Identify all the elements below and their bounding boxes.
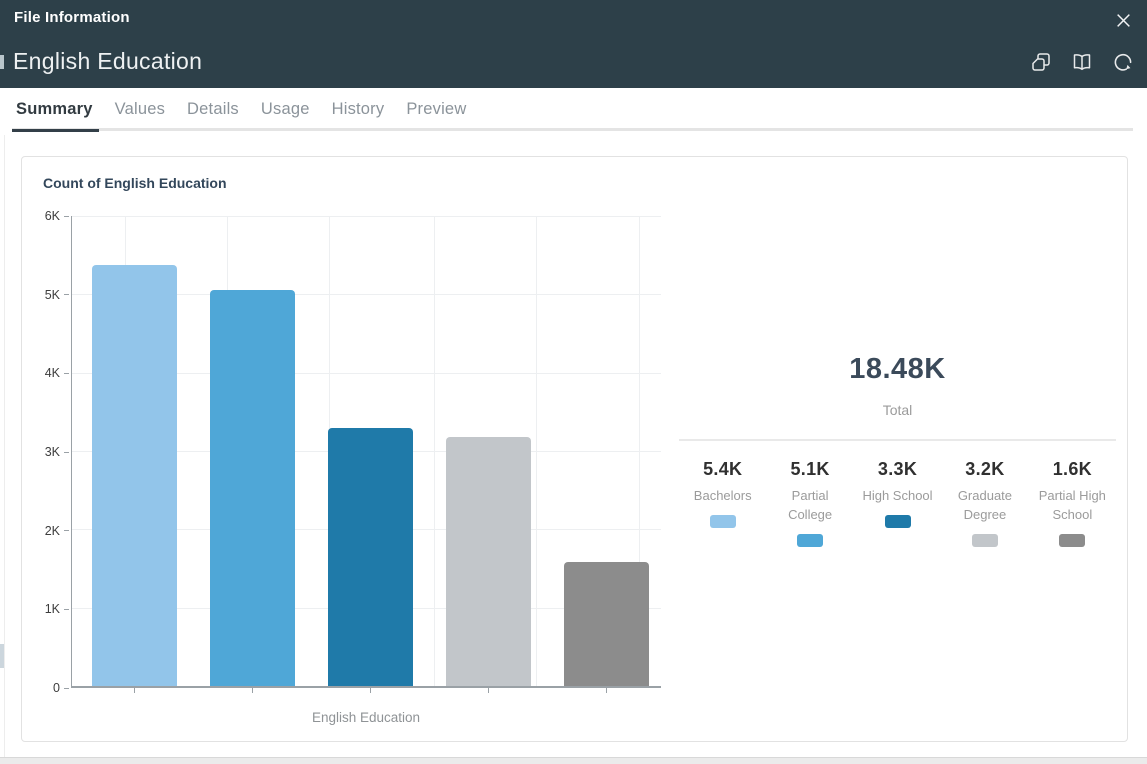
header-actions (1029, 50, 1135, 74)
y-tick-mark (64, 452, 69, 453)
x-tick-mark (134, 688, 135, 693)
vertical-gridline (536, 216, 537, 686)
x-tick-mark (606, 688, 607, 693)
legend: 5.4K Bachelors 5.1K Partial College 3.3K High… (679, 459, 1116, 547)
x-axis-title: English Education (71, 710, 661, 725)
y-tick-label: 5K (45, 288, 60, 302)
y-tick-mark (64, 216, 69, 217)
legend-item-bachelors: 5.4K Bachelors (679, 459, 766, 547)
tab-preview[interactable]: Preview (406, 96, 466, 129)
legend-swatch (972, 534, 998, 547)
bar-graduate-degree[interactable] (446, 437, 531, 686)
dialog-titlebar: File Information English Education (0, 0, 1147, 88)
x-tick-mark (488, 688, 489, 693)
y-tick-label: 4K (45, 366, 60, 380)
legend-value: 3.3K (857, 459, 938, 480)
total-value: 18.48K (679, 353, 1116, 386)
bar-partial-college[interactable] (210, 290, 295, 686)
legend-item-partial-high-school: 1.6K Partial High School (1029, 459, 1116, 547)
y-tick-3k: 3K (45, 445, 69, 459)
legend-item-partial-college: 5.1K Partial College (766, 459, 853, 547)
open-book-icon (1071, 51, 1093, 73)
legend-label: Graduate Degree (944, 487, 1025, 525)
y-tick-6k: 6K (45, 209, 69, 223)
duplicate-page-button[interactable] (1029, 50, 1053, 74)
close-icon (1115, 12, 1132, 29)
tab-summary[interactable]: Summary (16, 96, 93, 129)
total-label: Total (679, 402, 1116, 418)
y-tick-mark (64, 373, 69, 374)
legend-label: High School (857, 487, 938, 506)
duplicate-page-icon (1030, 51, 1052, 73)
tab-bar: Summary Values Details Usage History Preview (16, 96, 466, 129)
file-information-dialog: File Information English Education (0, 0, 1147, 764)
legend-item-high-school: 3.3K High School (854, 459, 941, 547)
y-tick-mark (64, 609, 69, 610)
bar-bachelors[interactable] (92, 265, 177, 686)
tab-values[interactable]: Values (115, 96, 165, 129)
y-tick-mark (64, 530, 69, 531)
panel-divider (679, 439, 1116, 441)
open-book-button[interactable] (1070, 50, 1094, 74)
y-tick-4k: 4K (45, 366, 69, 380)
x-tick-mark (252, 688, 253, 693)
summary-card: Count of English Education 6K 5K 4K 3K 2K 1K 0… (21, 156, 1128, 742)
file-name-title: English Education (13, 48, 202, 75)
y-axis-labels: 6K5K4K3K2K1K0 (22, 216, 69, 688)
y-tick-label: 2K (45, 524, 60, 538)
chart-title: Count of English Education (43, 175, 227, 191)
legend-swatch (1059, 534, 1085, 547)
y-tick-label: 1K (45, 602, 60, 616)
page-footer-band (0, 757, 1147, 764)
dialog-title: File Information (14, 9, 130, 26)
legend-swatch (710, 515, 736, 528)
close-button[interactable] (1111, 8, 1135, 32)
tab-details[interactable]: Details (187, 96, 239, 129)
y-tick-mark (64, 294, 69, 295)
tab-history[interactable]: History (332, 96, 385, 129)
y-tick-0: 0 (53, 681, 69, 695)
x-tick-mark (370, 688, 371, 693)
bar-high-school[interactable] (328, 428, 413, 686)
legend-label: Bachelors (682, 487, 763, 506)
underlay-edge-line (4, 135, 5, 757)
y-tick-label: 3K (45, 445, 60, 459)
legend-value: 5.1K (769, 459, 850, 480)
y-tick-1k: 1K (45, 602, 69, 616)
underlay-scrollbar-notch (0, 55, 4, 69)
legend-value: 5.4K (682, 459, 763, 480)
tab-usage[interactable]: Usage (261, 96, 310, 129)
legend-swatch (885, 515, 911, 528)
underlay-scrollbar-thumb (0, 644, 4, 668)
legend-swatch (797, 534, 823, 547)
legend-label: Partial College (769, 487, 850, 525)
horizontal-gridline (72, 216, 661, 217)
vertical-gridline (434, 216, 435, 686)
y-tick-mark (64, 688, 69, 689)
bar-partial-high-school[interactable] (564, 562, 649, 686)
legend-label: Partial High School (1032, 487, 1113, 525)
y-tick-2k: 2K (45, 524, 69, 538)
y-tick-5k: 5K (45, 288, 69, 302)
tabbar-wrap: Summary Values Details Usage History Preview (0, 88, 1147, 135)
bar-chart-plot (71, 216, 661, 688)
refresh-button[interactable] (1111, 50, 1135, 74)
y-tick-label: 0 (53, 681, 60, 695)
legend-value: 1.6K (1032, 459, 1113, 480)
y-tick-label: 6K (45, 209, 60, 223)
legend-item-graduate-degree: 3.2K Graduate Degree (941, 459, 1028, 547)
refresh-icon (1112, 51, 1134, 73)
legend-value: 3.2K (944, 459, 1025, 480)
